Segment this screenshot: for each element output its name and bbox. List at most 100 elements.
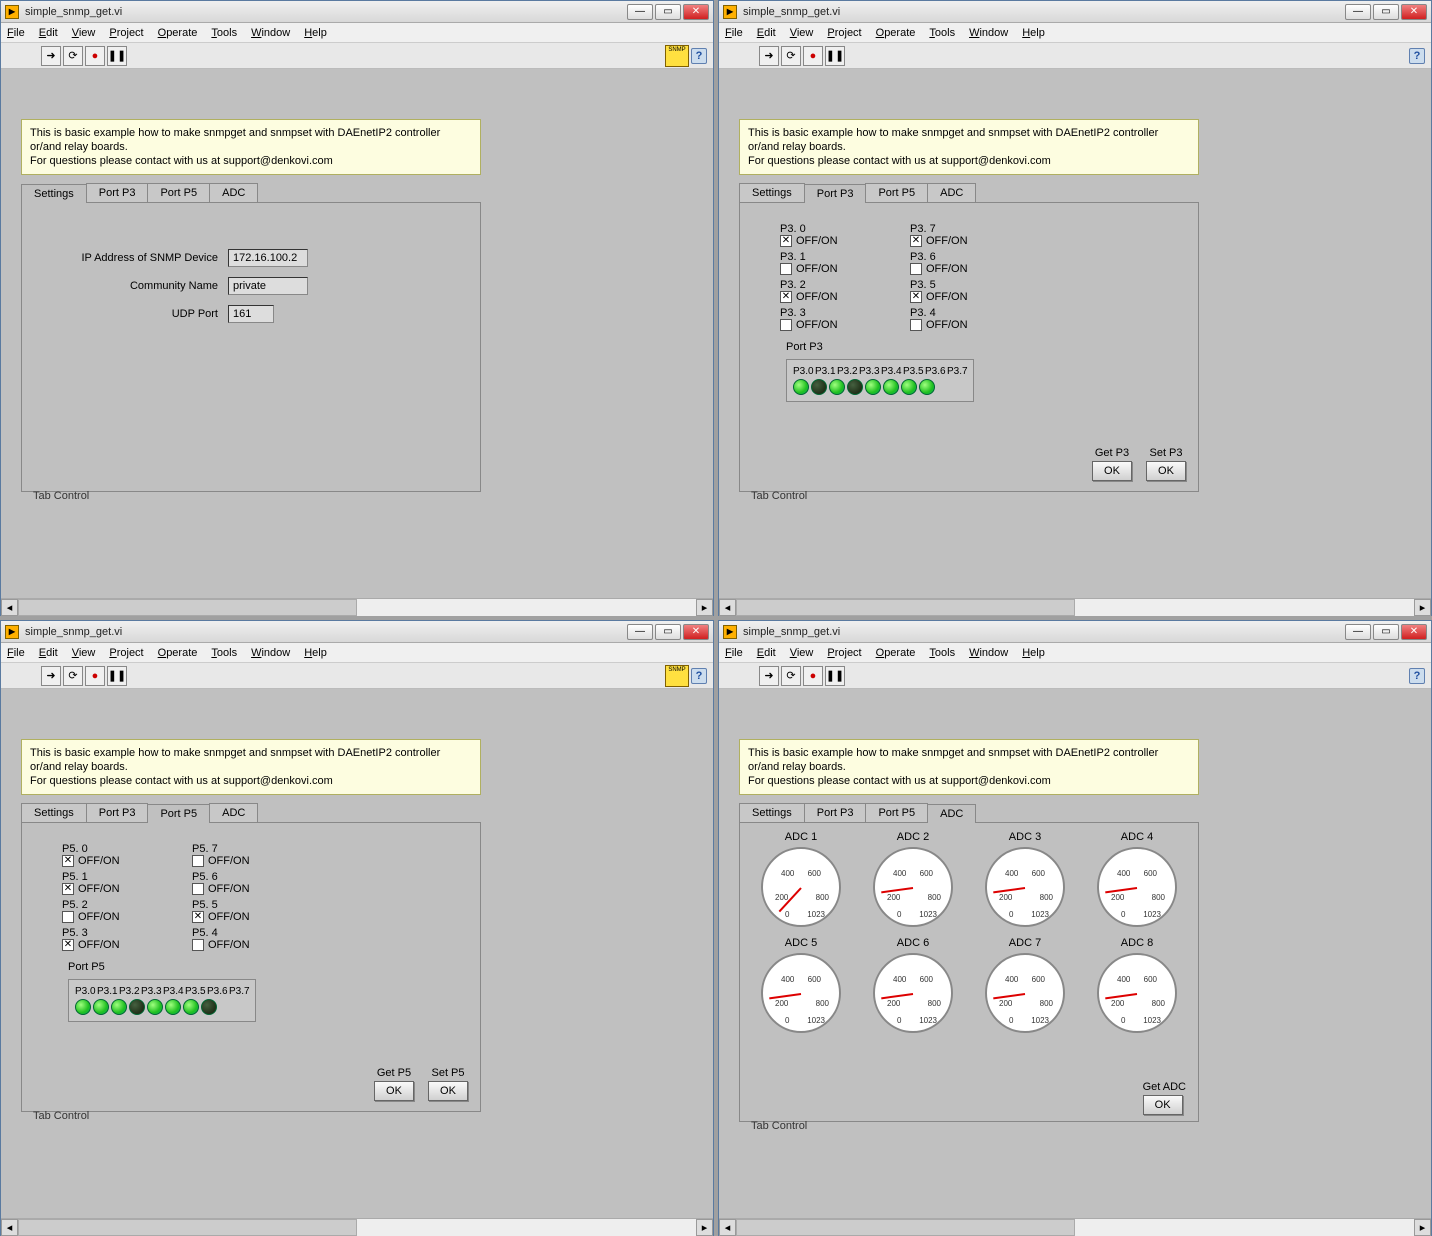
run-cont-button[interactable]: ⟳ <box>781 46 801 66</box>
abort-button[interactable]: ● <box>803 666 823 686</box>
menu-view[interactable]: View <box>790 647 814 659</box>
menu-help[interactable]: Help <box>1022 27 1045 39</box>
menu-window[interactable]: Window <box>969 27 1008 39</box>
get-adc-button[interactable]: OK <box>1143 1095 1183 1115</box>
help-icon[interactable]: ? <box>691 668 707 684</box>
menu-operate[interactable]: Operate <box>876 27 916 39</box>
menu-edit[interactable]: Edit <box>39 647 58 659</box>
tab-port-p3[interactable]: Port P3 <box>804 803 867 822</box>
get-p3-button[interactable]: OK <box>1092 461 1132 481</box>
checkbox-P5.1[interactable]: ✕ <box>62 883 74 895</box>
menu-window[interactable]: Window <box>969 647 1008 659</box>
abort-button[interactable]: ● <box>85 46 105 66</box>
help-icon[interactable]: ? <box>691 48 707 64</box>
tab-settings[interactable]: Settings <box>739 803 805 822</box>
menu-tools[interactable]: Tools <box>211 27 237 39</box>
close-button[interactable]: ✕ <box>1401 4 1427 20</box>
checkbox-P5.2[interactable] <box>62 911 74 923</box>
menu-help[interactable]: Help <box>304 647 327 659</box>
menu-window[interactable]: Window <box>251 27 290 39</box>
tab-adc[interactable]: ADC <box>209 803 258 822</box>
udp-input[interactable]: 161 <box>228 305 274 323</box>
abort-button[interactable]: ● <box>803 46 823 66</box>
tab-adc[interactable]: ADC <box>927 183 976 202</box>
tab-settings[interactable]: Settings <box>21 803 87 822</box>
tab-adc[interactable]: ADC <box>927 804 976 823</box>
tab-port-p5[interactable]: Port P5 <box>147 804 210 823</box>
tab-port-p3[interactable]: Port P3 <box>804 184 867 203</box>
checkbox-P5.4[interactable] <box>192 939 204 951</box>
tab-adc[interactable]: ADC <box>209 183 258 202</box>
checkbox-P5.3[interactable]: ✕ <box>62 939 74 951</box>
ip-input[interactable]: 172.16.100.2 <box>228 249 308 267</box>
checkbox-P3.6[interactable] <box>910 263 922 275</box>
pause-button[interactable]: ❚❚ <box>825 46 845 66</box>
h-scrollbar[interactable]: ◂▸ <box>1 1218 713 1235</box>
minimize-button[interactable]: — <box>627 624 653 640</box>
close-button[interactable]: ✕ <box>1401 624 1427 640</box>
abort-button[interactable]: ● <box>85 666 105 686</box>
menu-help[interactable]: Help <box>1022 647 1045 659</box>
tab-port-p5[interactable]: Port P5 <box>865 183 928 202</box>
h-scrollbar[interactable]: ◂ ▸ <box>1 598 713 615</box>
checkbox-P3.1[interactable] <box>780 263 792 275</box>
run-cont-button[interactable]: ⟳ <box>63 666 83 686</box>
checkbox-P3.5[interactable]: ✕ <box>910 291 922 303</box>
minimize-button[interactable]: — <box>1345 4 1371 20</box>
minimize-button[interactable]: — <box>627 4 653 20</box>
menu-operate[interactable]: Operate <box>876 647 916 659</box>
menu-edit[interactable]: Edit <box>39 27 58 39</box>
titlebar[interactable]: ▶ simple_snmp_get.vi — ▭ ✕ <box>719 621 1431 643</box>
menu-file[interactable]: File <box>7 647 25 659</box>
menu-tools[interactable]: Tools <box>211 647 237 659</box>
maximize-button[interactable]: ▭ <box>1373 4 1399 20</box>
h-scrollbar[interactable]: ◂▸ <box>719 1218 1431 1235</box>
menu-window[interactable]: Window <box>251 647 290 659</box>
run-cont-button[interactable]: ⟳ <box>63 46 83 66</box>
tab-settings[interactable]: Settings <box>21 184 87 203</box>
run-cont-button[interactable]: ⟳ <box>781 666 801 686</box>
tab-port-p3[interactable]: Port P3 <box>86 183 149 202</box>
h-scrollbar[interactable]: ◂▸ <box>719 598 1431 615</box>
menu-view[interactable]: View <box>790 27 814 39</box>
scroll-left-icon[interactable]: ◂ <box>1 599 18 616</box>
close-button[interactable]: ✕ <box>683 624 709 640</box>
menu-edit[interactable]: Edit <box>757 647 776 659</box>
menu-project[interactable]: Project <box>109 27 143 39</box>
run-button[interactable]: ➜ <box>41 46 61 66</box>
titlebar[interactable]: ▶ simple_snmp_get.vi — ▭ ✕ <box>1 621 713 643</box>
checkbox-P5.0[interactable]: ✕ <box>62 855 74 867</box>
tab-settings[interactable]: Settings <box>739 183 805 202</box>
maximize-button[interactable]: ▭ <box>1373 624 1399 640</box>
checkbox-P5.5[interactable]: ✕ <box>192 911 204 923</box>
tab-port-p3[interactable]: Port P3 <box>86 803 149 822</box>
menu-operate[interactable]: Operate <box>158 27 198 39</box>
menu-project[interactable]: Project <box>827 27 861 39</box>
titlebar[interactable]: ▶ simple_snmp_get.vi — ▭ ✕ <box>719 1 1431 23</box>
checkbox-P3.3[interactable] <box>780 319 792 331</box>
maximize-button[interactable]: ▭ <box>655 4 681 20</box>
close-button[interactable]: ✕ <box>683 4 709 20</box>
minimize-button[interactable]: — <box>1345 624 1371 640</box>
tab-port-p5[interactable]: Port P5 <box>865 803 928 822</box>
maximize-button[interactable]: ▭ <box>655 624 681 640</box>
menu-view[interactable]: View <box>72 647 96 659</box>
menu-view[interactable]: View <box>72 27 96 39</box>
menu-tools[interactable]: Tools <box>929 647 955 659</box>
menu-project[interactable]: Project <box>109 647 143 659</box>
titlebar[interactable]: ▶ simple_snmp_get.vi — ▭ ✕ <box>1 1 713 23</box>
pause-button[interactable]: ❚❚ <box>107 666 127 686</box>
help-icon[interactable]: ? <box>1409 48 1425 64</box>
pause-button[interactable]: ❚❚ <box>107 46 127 66</box>
set-p3-button[interactable]: OK <box>1146 461 1186 481</box>
menu-project[interactable]: Project <box>827 647 861 659</box>
menu-help[interactable]: Help <box>304 27 327 39</box>
menu-tools[interactable]: Tools <box>929 27 955 39</box>
menu-file[interactable]: File <box>7 27 25 39</box>
menu-file[interactable]: File <box>725 27 743 39</box>
menu-file[interactable]: File <box>725 647 743 659</box>
run-button[interactable]: ➜ <box>41 666 61 686</box>
run-button[interactable]: ➜ <box>759 46 779 66</box>
set-p5-button[interactable]: OK <box>428 1081 468 1101</box>
menu-operate[interactable]: Operate <box>158 647 198 659</box>
